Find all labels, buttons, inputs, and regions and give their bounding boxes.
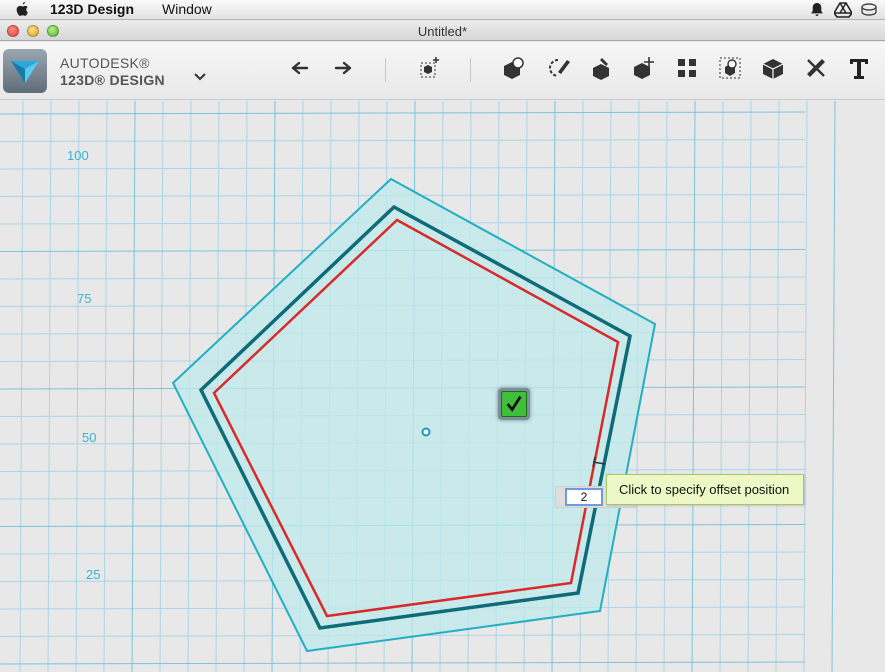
modify-icon[interactable] bbox=[630, 54, 658, 82]
checkmark-icon bbox=[506, 395, 522, 412]
brand-product: 123D® DESIGN bbox=[60, 72, 165, 88]
grid-label-25: 25 bbox=[86, 567, 101, 582]
grid-label-50: 50 bbox=[82, 430, 97, 445]
measure-icon[interactable] bbox=[802, 54, 830, 82]
transform-icon[interactable] bbox=[416, 54, 444, 82]
confirm-checkmark-button[interactable] bbox=[498, 388, 530, 420]
construct-icon[interactable] bbox=[588, 54, 616, 82]
offset-tooltip: Click to specify offset position bbox=[606, 474, 804, 505]
undo-icon[interactable] bbox=[287, 54, 315, 82]
design-canvas[interactable]: 100 75 50 25 bbox=[0, 101, 885, 672]
main-toolbar: AUTODESK® 123D® DESIGN bbox=[0, 42, 885, 100]
grid-and-shape[interactable] bbox=[0, 101, 885, 672]
cloud-drive-icon[interactable] bbox=[860, 2, 878, 18]
apple-icon[interactable] bbox=[14, 1, 30, 18]
window-menu[interactable]: Window bbox=[162, 1, 212, 17]
google-drive-icon[interactable] bbox=[834, 2, 852, 18]
sketch-icon[interactable] bbox=[544, 54, 572, 82]
grid-label-100: 100 bbox=[67, 148, 89, 163]
center-point-icon[interactable] bbox=[421, 427, 431, 437]
notification-bell-icon[interactable] bbox=[808, 2, 826, 18]
grouping-icon[interactable] bbox=[716, 54, 744, 82]
chevron-down-icon[interactable] bbox=[193, 72, 207, 82]
pattern-icon[interactable] bbox=[673, 54, 701, 82]
brand-autodesk: AUTODESK® bbox=[60, 55, 150, 71]
window-titlebar: Untitled* bbox=[0, 21, 885, 41]
combine-icon[interactable] bbox=[759, 54, 787, 82]
app-name-menu[interactable]: 123D Design bbox=[50, 1, 134, 17]
toolbar-separator bbox=[385, 58, 386, 82]
offset-value-input[interactable]: 2 bbox=[565, 488, 603, 506]
window-title: Untitled* bbox=[417, 24, 468, 39]
text-icon[interactable] bbox=[845, 54, 873, 82]
app-logo-icon[interactable] bbox=[3, 49, 47, 93]
menu-bar: 123D Design Window bbox=[0, 0, 885, 20]
grid-label-75: 75 bbox=[77, 291, 92, 306]
primitives-icon[interactable] bbox=[500, 54, 528, 82]
toolbar-separator bbox=[470, 58, 471, 82]
redo-icon[interactable] bbox=[328, 54, 356, 82]
